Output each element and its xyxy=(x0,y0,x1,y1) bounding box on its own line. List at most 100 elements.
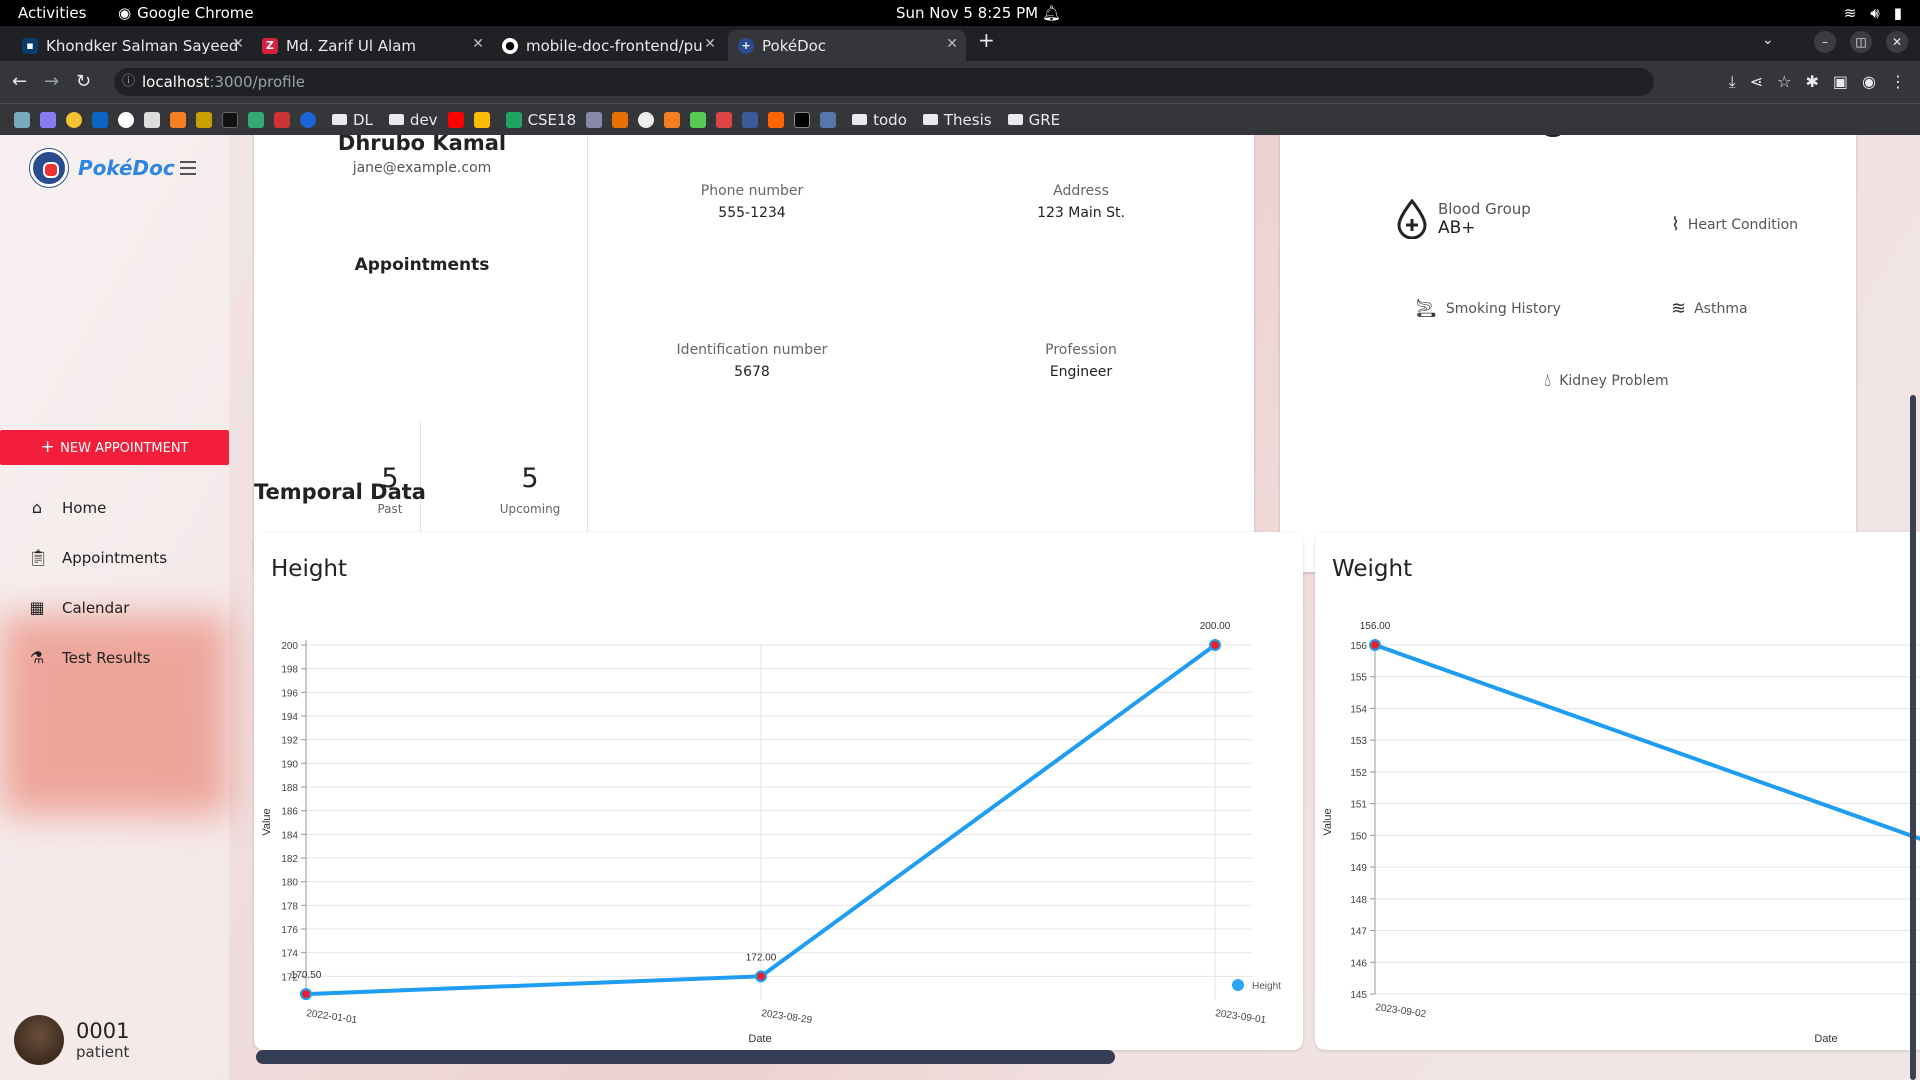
bookmark-cse18[interactable]: CSE18 xyxy=(505,111,576,129)
tab-pokedoc[interactable]: + PokéDoc ✕ xyxy=(728,30,966,61)
activities-button[interactable]: Activities xyxy=(18,4,86,22)
horizontal-scrollbar[interactable] xyxy=(256,1050,1115,1064)
clock[interactable]: Sun Nov 5 8:25 PM xyxy=(896,4,1038,22)
profile-avatar-icon[interactable]: ◉ xyxy=(1862,72,1876,92)
tab-zarif[interactable]: Z Md. Zarif Ul Alam ✕ xyxy=(252,30,492,61)
sidebar-item-calendar[interactable]: ▦ Calendar xyxy=(28,599,130,618)
bookmark-star-icon[interactable]: ☆ xyxy=(1777,72,1791,92)
side-panel-icon[interactable]: ▣ xyxy=(1833,72,1848,92)
y-tick-label: 156 xyxy=(1350,641,1367,652)
bookmark-icon[interactable] xyxy=(742,111,759,128)
bookmark-folder-dl[interactable]: DL xyxy=(332,111,373,129)
system-tray[interactable]: ≋ 🔊︎ ▮ xyxy=(1844,4,1902,22)
y-tick-label: 152 xyxy=(1350,768,1367,779)
linkedin-icon[interactable] xyxy=(92,111,108,128)
water-drop-icon: 💧︎ xyxy=(1544,370,1552,391)
weight-chart[interactable]: 145 146 147 148 149 150 151 152 153 154 155 156 2023… xyxy=(1315,532,1920,1050)
bookmark-icon[interactable] xyxy=(222,111,238,128)
bookmark-icon[interactable] xyxy=(612,111,629,128)
appointments-title: Appointments xyxy=(354,255,490,275)
bookmark-icon[interactable] xyxy=(716,111,733,128)
minimize-icon[interactable]: – xyxy=(1814,31,1836,53)
bookmark-icon[interactable] xyxy=(196,111,212,128)
ycombinator-icon[interactable] xyxy=(768,111,785,128)
wind-icon: ≋ xyxy=(1671,298,1687,319)
bookmark-icon[interactable] xyxy=(248,111,264,128)
address-value: 123 Main St. xyxy=(1037,205,1125,221)
y-axis-label: Value xyxy=(1322,808,1334,835)
drive-icon[interactable] xyxy=(473,111,490,128)
devto-icon[interactable] xyxy=(794,111,811,128)
close-icon[interactable]: ✕ xyxy=(946,36,958,52)
clipboard-icon: 📋︎ xyxy=(28,548,49,567)
patient-name: Dhrubo Kamal xyxy=(337,135,507,155)
reload-icon[interactable]: ↻ xyxy=(76,71,91,92)
bookmark-icon[interactable] xyxy=(274,111,290,128)
github-icon[interactable] xyxy=(118,111,134,128)
folder-icon xyxy=(922,114,938,125)
menu-icon[interactable]: ⋮ xyxy=(1890,72,1906,92)
sidebar-item-appointments[interactable]: 📋︎ Appointments xyxy=(28,548,167,568)
bookmark-folder-dev[interactable]: dev xyxy=(388,111,438,129)
new-tab-icon[interactable]: + xyxy=(978,28,995,52)
bookmark-icon[interactable] xyxy=(300,111,316,128)
bookmark-folder-gre[interactable]: GRE xyxy=(1007,111,1060,129)
bookmark-icon[interactable] xyxy=(40,111,56,128)
tab-github[interactable]: ● mobile-doc-frontend/pu ✕ xyxy=(492,30,724,61)
identification-field: Identification number 5678 xyxy=(592,342,912,380)
stackoverflow-icon[interactable] xyxy=(170,111,186,128)
sidebar: PokéDoc + NEW APPOINTMENT ⌂ Home 📋︎ Appoin… xyxy=(0,135,229,1080)
sidebar-item-test-results[interactable]: ⚗ Test Results xyxy=(28,649,151,668)
forward-icon[interactable]: → xyxy=(44,71,59,92)
tab-search-chevron-icon[interactable]: ⌄ xyxy=(1762,32,1774,48)
close-icon[interactable]: ✕ xyxy=(472,36,484,52)
folder-icon xyxy=(332,114,347,125)
close-window-icon[interactable]: ✕ xyxy=(1886,31,1908,53)
x-tick-label: 2023-09-01 xyxy=(1215,1008,1268,1026)
asthma-label: Asthma xyxy=(1694,300,1748,317)
height-chart[interactable]: 1721741761781801821841861881901921941961… xyxy=(254,532,1303,1050)
active-app[interactable]: ◉ Google Chrome xyxy=(118,4,254,22)
smoking-icon: 🚬︎ xyxy=(1415,298,1438,319)
close-icon[interactable]: ✕ xyxy=(232,36,244,52)
bookmark-icon[interactable] xyxy=(586,111,603,128)
site-info-icon[interactable]: ⓘ xyxy=(122,68,135,96)
heart-condition-label: Heart Condition xyxy=(1687,216,1799,233)
share-icon[interactable]: ⋖ xyxy=(1750,72,1763,92)
youtube-icon[interactable] xyxy=(447,111,464,128)
bookmark-folder-thesis[interactable]: Thesis xyxy=(922,111,992,129)
home-icon: ⌂ xyxy=(31,498,43,517)
address-bar[interactable]: ⓘ localhost:3000/profile xyxy=(114,68,1654,96)
tab-label: PokéDoc xyxy=(762,36,827,55)
install-icon[interactable]: ⤓ xyxy=(1729,72,1736,92)
brand-logo[interactable]: PokéDoc xyxy=(30,149,175,187)
sidebar-item-label: Calendar xyxy=(62,599,130,617)
extensions-icon[interactable]: ✱ xyxy=(1806,72,1819,92)
data-label: 172.00 xyxy=(746,952,777,963)
new-appointment-button[interactable]: + NEW APPOINTMENT xyxy=(0,430,229,465)
bookmark-icon[interactable] xyxy=(66,111,82,128)
back-icon[interactable]: ← xyxy=(12,71,27,92)
bookmark-icon[interactable] xyxy=(820,111,837,128)
hamburger-menu-icon[interactable] xyxy=(180,161,196,179)
bookmark-folder-todo[interactable]: todo xyxy=(852,111,907,129)
drive-icon xyxy=(505,111,522,128)
maximize-icon[interactable]: ◫ xyxy=(1850,31,1872,53)
y-axis-label: Value xyxy=(261,808,273,835)
close-icon[interactable]: ✕ xyxy=(704,36,716,52)
tab-strip: ▪ Khondker Salman Sayeed ✕ Z Md. Zarif Ul A… xyxy=(0,26,1920,61)
user-profile[interactable]: 0001 patient xyxy=(14,1015,129,1065)
identification-label: Identification number xyxy=(676,342,828,358)
user-id: 0001 xyxy=(76,1019,130,1043)
upcoming-appointments-stat[interactable]: 5 Upcoming xyxy=(460,463,600,516)
bookmark-icon[interactable] xyxy=(14,111,30,128)
sidebar-item-home[interactable]: ⌂ Home xyxy=(28,498,106,518)
vertical-scrollbar[interactable] xyxy=(1910,395,1916,1080)
bookmark-icon[interactable] xyxy=(638,111,655,128)
new-appointment-label: NEW APPOINTMENT xyxy=(60,441,189,456)
tab-khondker[interactable]: ▪ Khondker Salman Sayeed ✕ xyxy=(12,30,252,61)
window-controls: – ◫ ✕ xyxy=(1814,31,1908,53)
notion-icon[interactable] xyxy=(144,111,160,128)
bookmark-icon[interactable] xyxy=(664,111,681,128)
bookmark-icon[interactable] xyxy=(690,111,707,128)
